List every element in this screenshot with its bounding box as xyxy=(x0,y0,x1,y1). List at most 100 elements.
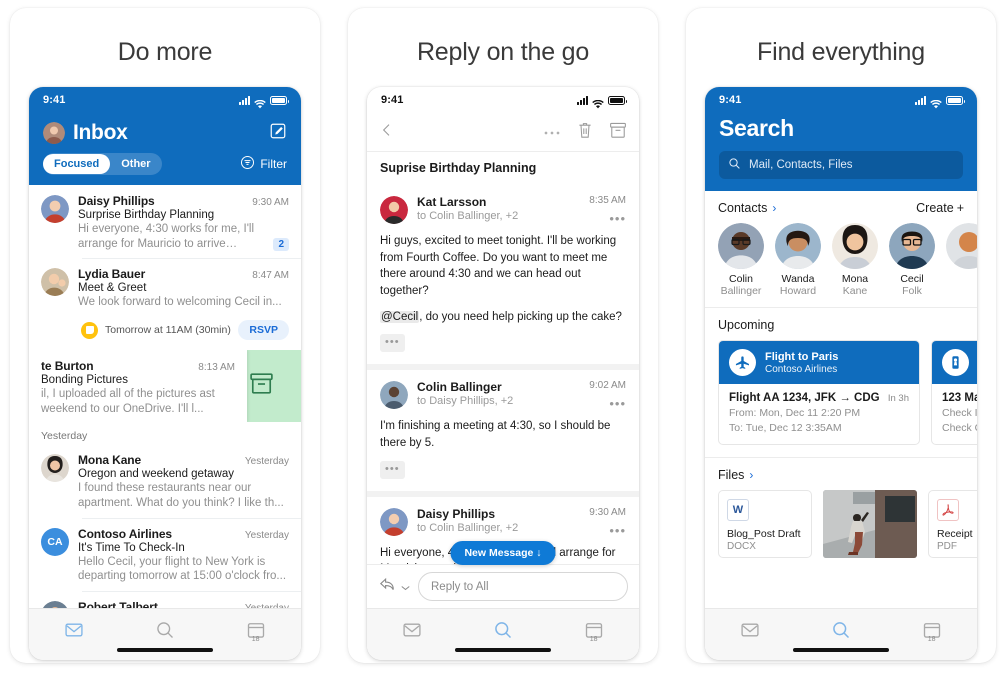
contact-item[interactable]: Cecil Folk xyxy=(889,223,935,297)
flight-from: From: Mon, Dec 11 2:20 PM xyxy=(729,407,861,419)
tab-bar[interactable]: 18 xyxy=(29,608,301,660)
avatar xyxy=(380,381,408,410)
message-item[interactable]: Colin Ballinger to Daisy Phillips, +2 9:… xyxy=(367,370,639,491)
files-section-header[interactable]: Files › xyxy=(705,458,977,488)
contact-item[interactable]: Colin Ballinger xyxy=(718,223,764,297)
file-name: Blog_Post Draft xyxy=(727,528,801,540)
list-item[interactable]: Mona Kane Yesterday Oregon and weekend g… xyxy=(29,444,301,517)
tab-other[interactable]: Other xyxy=(110,154,161,174)
section-header: Yesterday xyxy=(41,430,88,443)
upcoming-section-header: Upcoming xyxy=(705,308,977,338)
list-item[interactable]: te Burton 8:13 AM Bonding Pictures il, I… xyxy=(29,350,247,423)
more-icon[interactable]: ••• xyxy=(589,397,626,410)
contact-item-partial[interactable] xyxy=(946,223,977,297)
avatar[interactable] xyxy=(43,122,65,144)
list-item[interactable]: Lydia Bauer 8:47 AM Meet & Greet We look… xyxy=(29,258,301,317)
rsvp-button[interactable]: RSVP xyxy=(238,320,289,341)
swipe-action-row[interactable]: te Burton 8:13 AM Bonding Pictures il, I… xyxy=(29,350,301,423)
archive-icon[interactable] xyxy=(248,370,275,402)
archive-icon[interactable] xyxy=(609,121,627,144)
tab-bar[interactable]: 18 xyxy=(367,608,639,660)
contact-first-name: Cecil xyxy=(900,273,924,285)
filter-button[interactable]: Filter xyxy=(240,155,287,173)
preview-text: We look forward to welcoming Cecil in... xyxy=(78,296,282,309)
battery-icon xyxy=(608,95,627,105)
reply-bar[interactable]: Reply to All xyxy=(367,564,639,608)
upcoming-card-hotel[interactable]: 123 Ma Check In Check O xyxy=(931,340,977,445)
avatar-initials: CA xyxy=(41,527,69,556)
file-card-pdf[interactable]: Receipt PDF xyxy=(928,490,977,558)
calendar-day-number: 18 xyxy=(251,636,260,643)
sender-name: Lydia Bauer xyxy=(78,267,146,282)
contact-item[interactable]: Mona Kane xyxy=(832,223,878,297)
focus-toggle[interactable]: Focused Other xyxy=(43,153,162,175)
more-icon[interactable]: ••• xyxy=(589,524,626,537)
tab-mail[interactable] xyxy=(402,620,422,645)
trash-icon[interactable] xyxy=(577,121,593,144)
mail-list[interactable]: Daisy Phillips 9:30 AM Surprise Birthday… xyxy=(29,185,301,608)
message-item[interactable]: Kat Larsson to Colin Ballinger, +2 8:35 … xyxy=(367,185,639,365)
list-item[interactable]: Robert Talbert Yesterday xyxy=(29,591,301,608)
hotel-checkout: Check O xyxy=(942,422,977,434)
file-card-image[interactable] xyxy=(823,490,917,558)
tab-mail[interactable] xyxy=(64,620,84,645)
mention-chip[interactable]: @Cecil xyxy=(380,310,420,323)
message-list[interactable]: Kat Larsson to Colin Ballinger, +2 8:35 … xyxy=(367,185,639,564)
more-icon[interactable] xyxy=(543,123,561,141)
tab-search[interactable] xyxy=(831,620,851,645)
search-content[interactable]: Contacts › Create + Colin Ballinger Wand… xyxy=(705,191,977,608)
contact-last-name: Folk xyxy=(902,285,922,297)
list-item[interactable]: Daisy Phillips 9:30 AM Surprise Birthday… xyxy=(29,185,301,258)
rsvp-row[interactable]: Tomorrow at 11AM (30min) RSVP xyxy=(29,317,301,350)
sender-name: Contoso Airlines xyxy=(78,526,172,541)
avatar xyxy=(41,268,69,297)
sender-name: Daisy Phillips xyxy=(417,506,496,521)
message-paragraph: Hi guys, excited to meet tonight. I'll b… xyxy=(380,235,617,298)
tab-calendar[interactable]: 18 xyxy=(246,620,266,645)
more-icon[interactable]: ••• xyxy=(589,212,626,225)
back-icon[interactable] xyxy=(379,122,395,143)
tab-calendar[interactable]: 18 xyxy=(584,620,604,645)
chevron-right-icon[interactable]: › xyxy=(772,201,776,215)
search-input[interactable]: Mail, Contacts, Files xyxy=(719,151,963,179)
contacts-section-header[interactable]: Contacts › Create + xyxy=(705,191,977,221)
contacts-list[interactable]: Colin Ballinger Wanda Howard Mona Kane C… xyxy=(705,221,977,307)
preview-text: il, I uploaded all of the pictures ast w… xyxy=(41,388,215,415)
list-item[interactable]: CA Contoso Airlines Yesterday It's Time … xyxy=(29,517,301,591)
expand-quoted-text-button[interactable]: ••• xyxy=(380,460,405,479)
file-card-doc[interactable]: W Blog_Post Draft DOCX xyxy=(718,490,812,558)
avatar xyxy=(832,223,878,269)
avatar xyxy=(718,223,764,269)
chevron-right-icon[interactable]: › xyxy=(749,468,753,482)
contact-last-name: Kane xyxy=(842,285,868,297)
tab-calendar[interactable]: 18 xyxy=(922,620,942,645)
tab-mail[interactable] xyxy=(740,620,760,645)
section-title: Upcoming xyxy=(718,318,775,332)
pdf-icon xyxy=(937,499,959,521)
upcoming-list[interactable]: Flight to Paris Contoso Airlines Flight … xyxy=(705,338,977,457)
avatar xyxy=(41,601,69,608)
reply-mode-selector[interactable] xyxy=(378,576,410,597)
page-title: Inbox xyxy=(73,121,128,144)
new-message-pill[interactable]: New Message ↓ xyxy=(450,541,556,565)
upcoming-card-flight[interactable]: Flight to Paris Contoso Airlines Flight … xyxy=(718,340,920,445)
tab-bar[interactable]: 18 xyxy=(705,608,977,660)
avatar-initials-text: CA xyxy=(47,535,63,548)
timestamp: 8:47 AM xyxy=(252,270,289,282)
tab-focused[interactable]: Focused xyxy=(43,154,111,174)
search-header: Search Mail, Contacts, Files xyxy=(705,113,977,191)
contact-item[interactable]: Wanda Howard xyxy=(775,223,821,297)
battery-icon xyxy=(946,95,965,105)
tab-search[interactable] xyxy=(155,620,175,645)
section-title: Contacts xyxy=(718,201,768,215)
compose-icon[interactable] xyxy=(269,122,287,145)
contact-first-name: Wanda xyxy=(781,273,815,285)
battery-icon xyxy=(270,95,289,105)
avatar xyxy=(380,196,408,224)
reply-input[interactable]: Reply to All xyxy=(418,572,628,601)
expand-quoted-text-button[interactable]: ••• xyxy=(380,334,405,353)
tab-search[interactable] xyxy=(493,620,513,645)
files-list[interactable]: W Blog_Post Draft DOCX Receipt PDF xyxy=(705,488,977,568)
create-contact-button[interactable]: Create + xyxy=(916,201,964,215)
phone-conversation: 9:41 Suprise Birthday Planning Kat Larss… xyxy=(367,87,639,660)
